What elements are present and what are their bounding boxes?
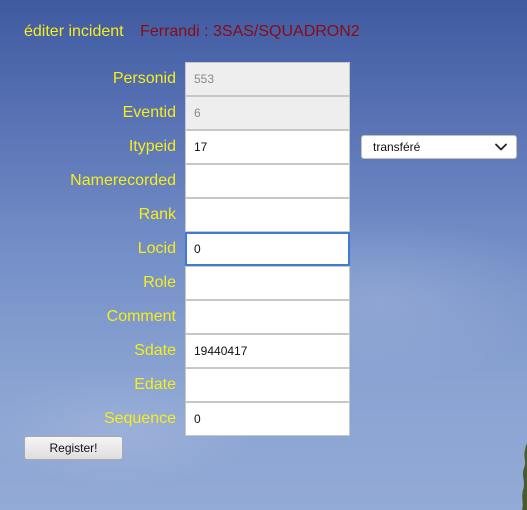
comment-input[interactable] [185, 300, 350, 334]
chevron-down-icon [495, 143, 507, 151]
plant-decoration [522, 443, 527, 510]
role-input[interactable] [185, 266, 350, 300]
eventid-label: Eventid [122, 104, 176, 121]
sdate-label: Sdate [134, 342, 176, 359]
role-label: Role [143, 274, 176, 291]
row-edate: Edate [0, 368, 360, 402]
rank-label: Rank [138, 206, 176, 223]
locid-label: Locid [137, 240, 176, 257]
sequence-input[interactable] [185, 402, 350, 436]
row-itypeid: Itypeid [0, 130, 360, 164]
sdate-input[interactable] [185, 334, 350, 368]
row-comment: Comment [0, 300, 360, 334]
register-button[interactable]: Register! [24, 436, 123, 460]
row-sdate: Sdate [0, 334, 360, 368]
itype-select-value: transféré [373, 140, 421, 154]
locid-input[interactable] [185, 232, 350, 266]
itypeid-input[interactable] [185, 130, 350, 164]
personid-input[interactable] [185, 62, 350, 96]
namerecorded-input[interactable] [185, 164, 350, 198]
eventid-input[interactable] [185, 96, 350, 130]
row-rank: Rank [0, 198, 360, 232]
row-sequence: Sequence [0, 402, 360, 436]
row-eventid: Eventid [0, 96, 360, 130]
comment-label: Comment [106, 308, 176, 325]
page-title: éditer incident [24, 23, 124, 40]
edate-label: Edate [134, 376, 176, 393]
page-header: éditer incident Ferrandi : 3SAS/SQUADRON… [24, 23, 360, 41]
record-subtitle: Ferrandi : 3SAS/SQUADRON2 [140, 23, 360, 40]
namerecorded-label: Namerecorded [70, 172, 176, 189]
itype-select[interactable]: transféré [361, 135, 517, 159]
rank-input[interactable] [185, 198, 350, 232]
row-role: Role [0, 266, 360, 300]
personid-label: Personid [112, 70, 176, 87]
edate-input[interactable] [185, 368, 350, 402]
row-locid: Locid [0, 232, 360, 266]
sequence-label: Sequence [103, 410, 176, 427]
itypeid-label: Itypeid [128, 138, 176, 155]
row-personid: Personid [0, 62, 360, 96]
row-namerecorded: Namerecorded [0, 164, 360, 198]
